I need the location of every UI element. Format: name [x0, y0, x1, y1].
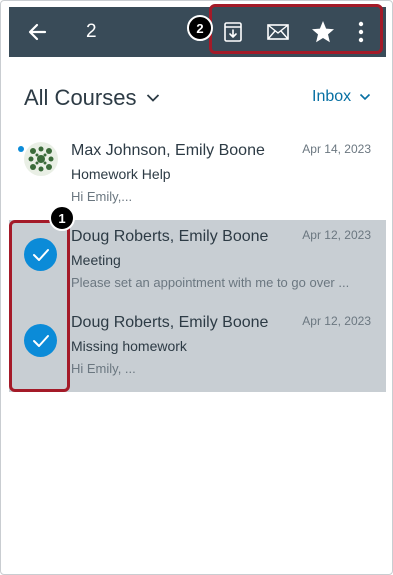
inbox-header: All Courses Inbox: [1, 61, 392, 131]
message-preview: Hi Emily, ...: [71, 361, 136, 376]
selected-count: 2: [86, 21, 97, 42]
callout-badge-2: 2: [187, 15, 213, 41]
message-subject: Homework Help: [71, 166, 171, 182]
message-sender: Doug Roberts, Emily Boone: [71, 228, 269, 245]
message-sender: Max Johnson, Emily Boone: [71, 142, 265, 159]
course-filter-dropdown[interactable]: All Courses: [24, 85, 160, 111]
unread-indicator: [18, 146, 24, 152]
chevron-down-icon: [359, 93, 371, 101]
back-arrow-icon[interactable]: [25, 19, 51, 45]
callout-badge-1: 1: [49, 205, 75, 231]
message-subject: Missing homework: [71, 338, 187, 354]
actions-highlight: [209, 4, 383, 54]
message-date: Apr 12, 2023: [302, 314, 371, 328]
selection-highlight: [9, 220, 70, 392]
inbox-screen: 2 2 All Courses Inbox Max Johnson, Emily…: [0, 0, 393, 575]
message-preview: Hi Emily,...: [71, 189, 133, 204]
chevron-down-icon: [146, 93, 160, 103]
message-sender: Doug Roberts, Emily Boone: [71, 314, 269, 331]
mailbox-filter-label: Inbox: [312, 88, 352, 105]
course-filter-label: All Courses: [24, 85, 137, 110]
message-date: Apr 14, 2023: [302, 142, 371, 156]
message-date: Apr 12, 2023: [302, 228, 371, 242]
message-subject: Meeting: [71, 252, 121, 268]
message-preview: Please set an appointment with me to go …: [71, 275, 350, 290]
mailbox-filter-dropdown[interactable]: Inbox: [312, 88, 371, 106]
avatar[interactable]: [24, 142, 58, 176]
